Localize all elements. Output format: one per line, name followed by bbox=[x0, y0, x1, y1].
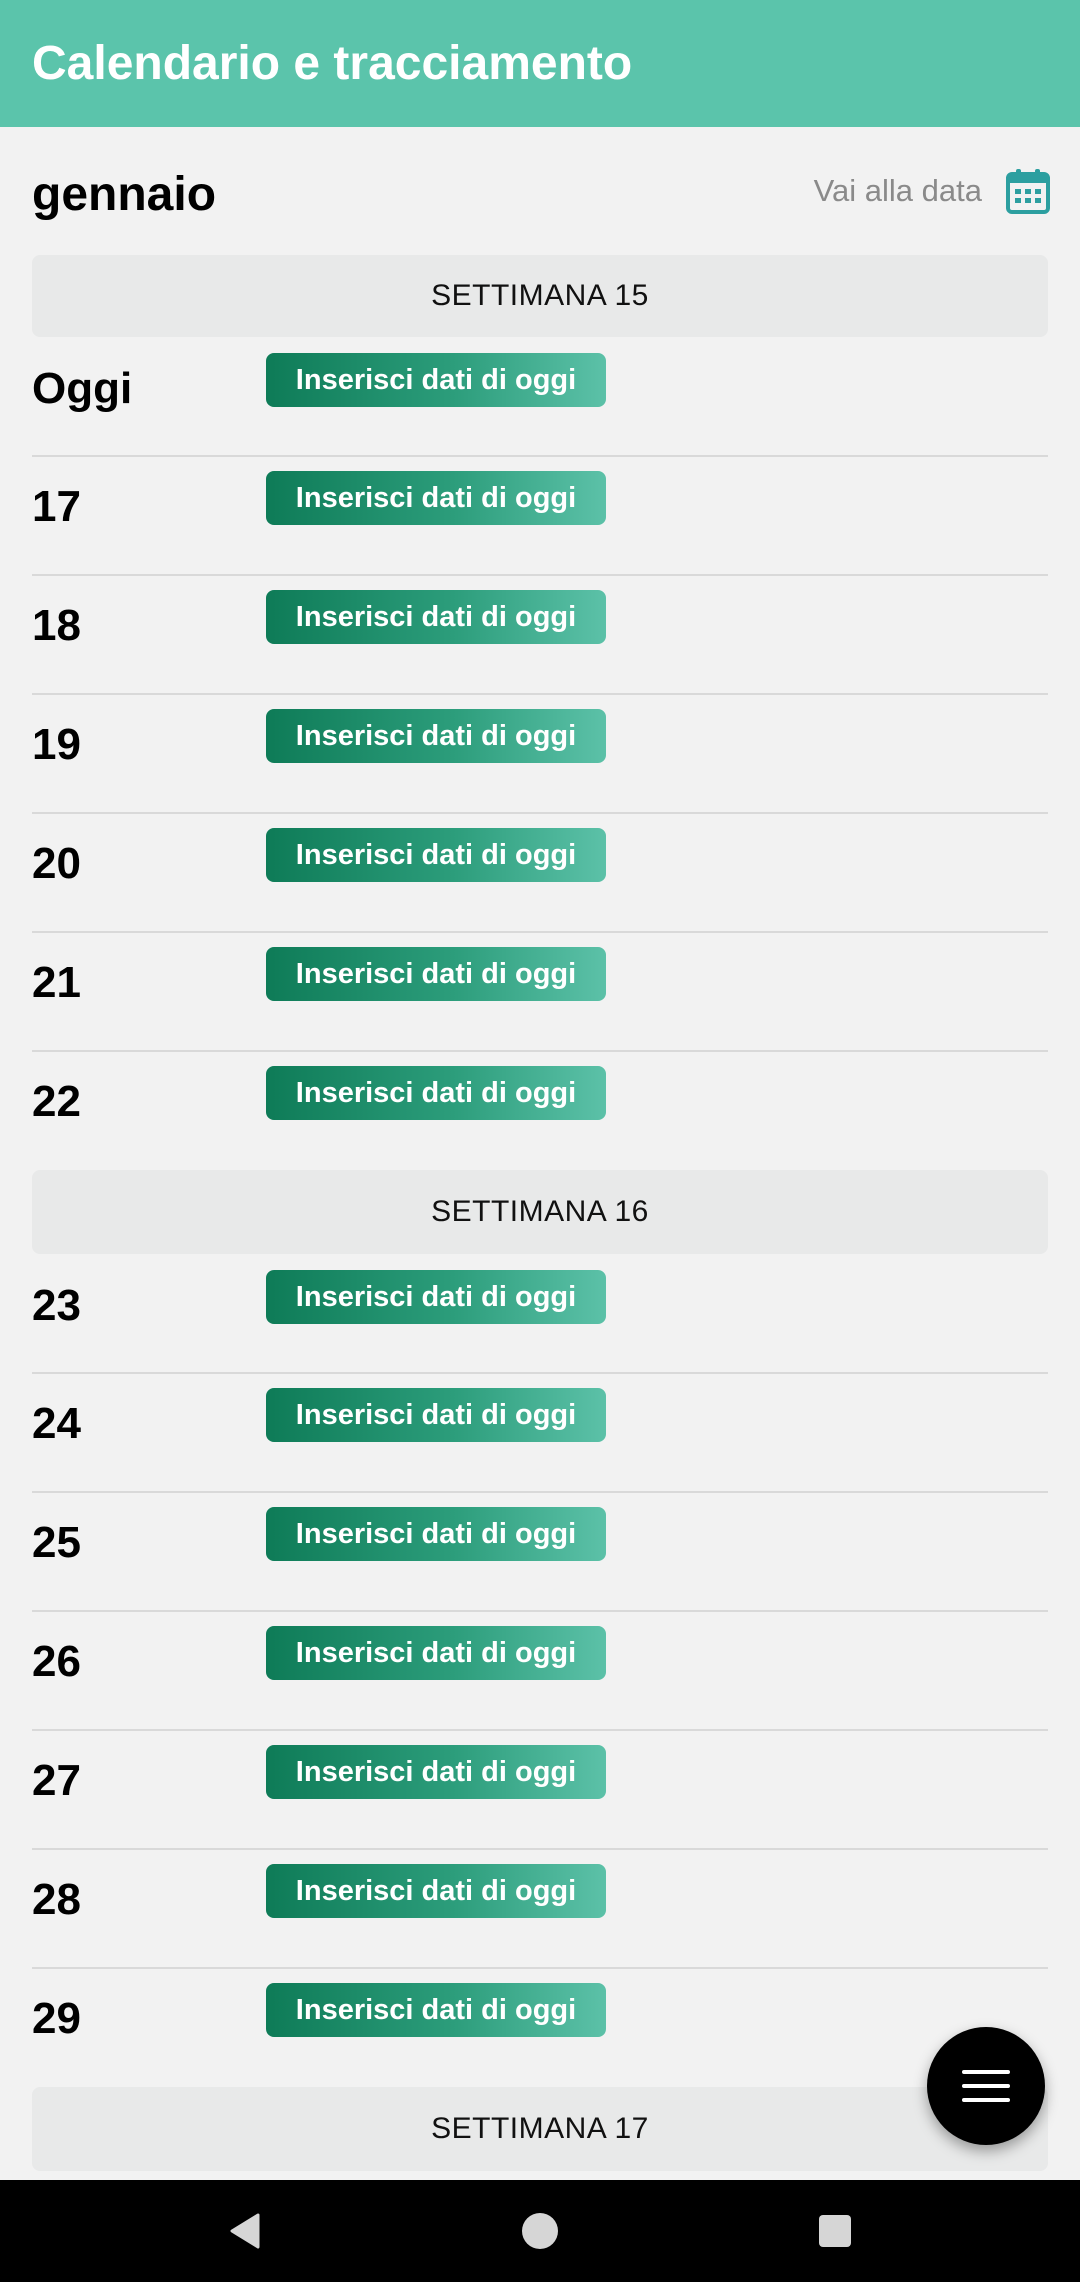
calendar-list: SETTIMANA 15 Oggi Inserisci dati di oggi… bbox=[32, 255, 1048, 2171]
nav-recents-button[interactable] bbox=[800, 2180, 870, 2282]
day-label: 28 bbox=[32, 1875, 81, 1924]
enter-day-data-button[interactable]: Inserisci dati di oggi bbox=[266, 1864, 606, 1918]
day-row: 23 Inserisci dati di oggi bbox=[32, 1254, 1048, 1374]
nav-home-button[interactable] bbox=[505, 2180, 575, 2282]
day-row: 22 Inserisci dati di oggi bbox=[32, 1052, 1048, 1170]
nav-back-button[interactable] bbox=[210, 2180, 280, 2282]
day-label: 17 bbox=[32, 482, 81, 531]
calendar-icon[interactable] bbox=[1006, 168, 1050, 214]
day-row: 27 Inserisci dati di oggi bbox=[32, 1731, 1048, 1850]
day-row: 20 Inserisci dati di oggi bbox=[32, 814, 1048, 933]
day-label: 22 bbox=[32, 1077, 81, 1126]
month-title: gennaio bbox=[32, 168, 217, 221]
enter-day-data-button[interactable]: Inserisci dati di oggi bbox=[266, 1270, 606, 1324]
day-label: Oggi bbox=[32, 364, 133, 413]
day-label: 29 bbox=[32, 1994, 81, 2043]
day-row: 18 Inserisci dati di oggi bbox=[32, 576, 1048, 695]
day-row: 24 Inserisci dati di oggi bbox=[32, 1374, 1048, 1493]
day-row: 17 Inserisci dati di oggi bbox=[32, 457, 1048, 576]
day-label: 23 bbox=[32, 1281, 81, 1330]
enter-day-data-button[interactable]: Inserisci dati di oggi bbox=[266, 590, 606, 644]
enter-day-data-button[interactable]: Inserisci dati di oggi bbox=[266, 1745, 606, 1799]
day-label: 19 bbox=[32, 720, 81, 769]
enter-day-data-button[interactable]: Inserisci dati di oggi bbox=[266, 1388, 606, 1442]
day-row: 21 Inserisci dati di oggi bbox=[32, 933, 1048, 1052]
enter-day-data-button[interactable]: Inserisci dati di oggi bbox=[266, 1066, 606, 1120]
day-label: 24 bbox=[32, 1399, 81, 1448]
day-label: 27 bbox=[32, 1756, 81, 1805]
enter-day-data-button[interactable]: Inserisci dati di oggi bbox=[266, 947, 606, 1001]
system-navigation-bar bbox=[0, 2180, 1080, 2282]
menu-fab-button[interactable] bbox=[927, 2027, 1045, 2145]
week-header: SETTIMANA 16 bbox=[32, 1170, 1048, 1254]
goto-date-label: Vai alla data bbox=[813, 173, 982, 208]
day-row: 29 Inserisci dati di oggi bbox=[32, 1969, 1048, 2087]
enter-day-data-button[interactable]: Inserisci dati di oggi bbox=[266, 828, 606, 882]
day-row: 26 Inserisci dati di oggi bbox=[32, 1612, 1048, 1731]
day-label: 20 bbox=[32, 839, 81, 888]
day-label: 25 bbox=[32, 1518, 81, 1567]
month-bar: gennaio Vai alla data bbox=[0, 127, 1080, 255]
enter-today-data-button[interactable]: Inserisci dati di oggi bbox=[266, 353, 606, 407]
enter-day-data-button[interactable]: Inserisci dati di oggi bbox=[266, 1983, 606, 2037]
enter-day-data-button[interactable]: Inserisci dati di oggi bbox=[266, 1507, 606, 1561]
day-row: 19 Inserisci dati di oggi bbox=[32, 695, 1048, 814]
menu-icon bbox=[962, 2070, 1010, 2102]
day-row: 28 Inserisci dati di oggi bbox=[32, 1850, 1048, 1969]
back-triangle-icon bbox=[230, 2213, 260, 2249]
day-row: Oggi Inserisci dati di oggi bbox=[32, 337, 1048, 457]
day-label: 26 bbox=[32, 1637, 81, 1686]
day-label: 21 bbox=[32, 958, 81, 1007]
day-label: 18 bbox=[32, 601, 81, 650]
app-header: Calendario e tracciamento bbox=[0, 0, 1080, 127]
enter-day-data-button[interactable]: Inserisci dati di oggi bbox=[266, 709, 606, 763]
day-row: 25 Inserisci dati di oggi bbox=[32, 1493, 1048, 1612]
recents-square-icon bbox=[819, 2215, 851, 2247]
page-title: Calendario e tracciamento bbox=[32, 37, 633, 90]
home-circle-icon bbox=[522, 2213, 558, 2249]
week-header: SETTIMANA 15 bbox=[32, 255, 1048, 337]
goto-date-button[interactable]: Vai alla data bbox=[814, 167, 1050, 215]
enter-day-data-button[interactable]: Inserisci dati di oggi bbox=[266, 1626, 606, 1680]
week-header: SETTIMANA 17 bbox=[32, 2087, 1048, 2171]
enter-day-data-button[interactable]: Inserisci dati di oggi bbox=[266, 471, 606, 525]
